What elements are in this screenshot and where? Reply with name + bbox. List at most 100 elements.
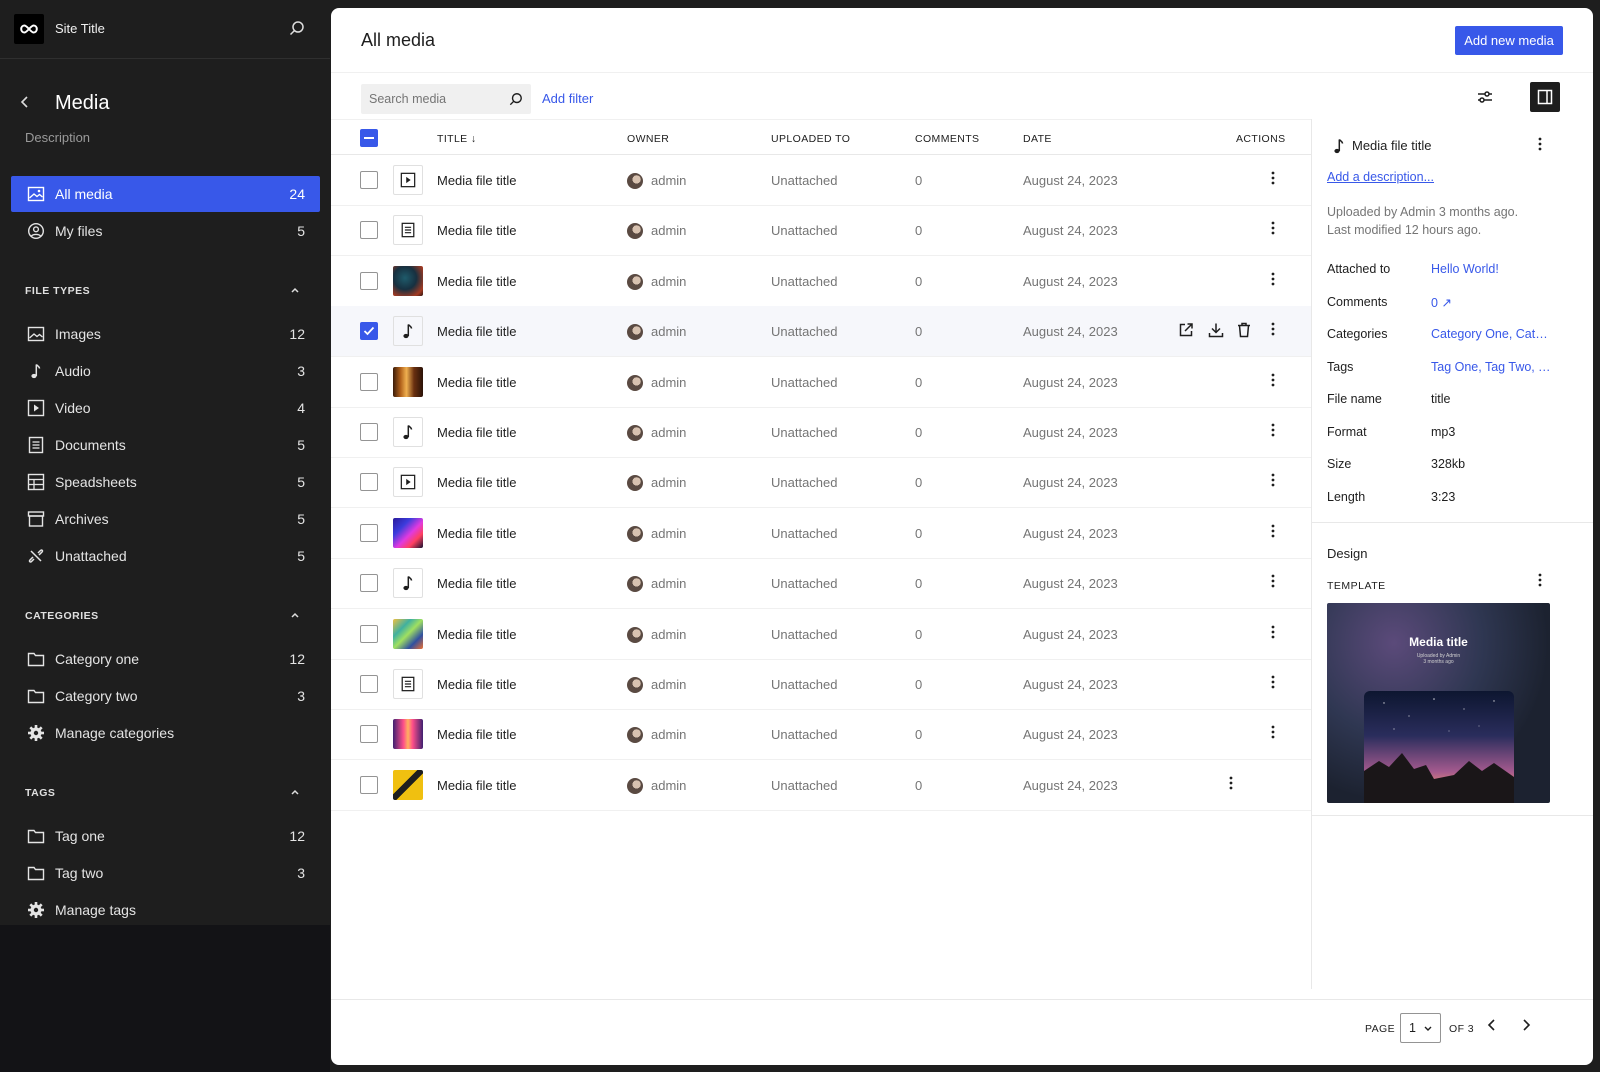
- table-row[interactable]: Media file title admin Unattached 0 Augu…: [331, 155, 1311, 206]
- table-row[interactable]: Media file title admin Unattached 0 Augu…: [331, 457, 1311, 509]
- media-title[interactable]: Media file title: [437, 526, 516, 541]
- chevron-up-icon[interactable]: [290, 610, 300, 620]
- table-row[interactable]: Media file title admin Unattached 0 Augu…: [331, 659, 1311, 710]
- more-vertical-icon[interactable]: [1271, 473, 1275, 487]
- media-title[interactable]: Media file title: [437, 627, 516, 642]
- row-checkbox[interactable]: [360, 624, 378, 643]
- sidebar-item-my-files[interactable]: My files 5: [11, 213, 320, 249]
- select-all-checkbox[interactable]: [360, 129, 378, 147]
- sidebar-item-tag-one[interactable]: Tag one 12: [11, 818, 320, 854]
- more-vertical-icon[interactable]: [1271, 272, 1275, 286]
- search-field[interactable]: [361, 84, 531, 114]
- search-icon[interactable]: [289, 20, 305, 36]
- row-checkbox[interactable]: [360, 775, 378, 794]
- chevron-left-icon[interactable]: [1485, 1018, 1499, 1032]
- column-header-uploaded-to[interactable]: UPLOADED TO: [771, 133, 850, 145]
- more-vertical-icon[interactable]: [1271, 725, 1275, 739]
- more-vertical-icon[interactable]: [1229, 776, 1233, 790]
- sidebar-item-manage-tags[interactable]: Manage tags: [11, 892, 320, 928]
- template-preview[interactable]: Media title Uploaded by Admin 3 months a…: [1327, 603, 1550, 803]
- chevron-left-icon[interactable]: [18, 95, 32, 109]
- row-checkbox[interactable]: [360, 523, 378, 542]
- sidebar-item-audio[interactable]: Audio 3: [11, 353, 320, 389]
- table-row[interactable]: Media file title admin Unattached 0 Augu…: [331, 508, 1311, 559]
- more-vertical-icon[interactable]: [1271, 322, 1275, 336]
- row-checkbox[interactable]: [360, 423, 378, 441]
- row-checkbox[interactable]: [360, 675, 378, 693]
- row-checkbox[interactable]: [360, 372, 378, 391]
- view-options-icon[interactable]: [1477, 89, 1493, 105]
- table-row[interactable]: Media file title admin Unattached 0 Augu…: [331, 558, 1311, 610]
- more-vertical-icon[interactable]: [1271, 221, 1275, 235]
- column-header-comments[interactable]: COMMENTS: [915, 133, 979, 145]
- search-icon[interactable]: [509, 92, 523, 106]
- row-checkbox[interactable]: [360, 171, 378, 189]
- field-value[interactable]: Hello World!: [1431, 262, 1551, 276]
- download-icon[interactable]: [1208, 322, 1224, 338]
- sidebar-item-images[interactable]: Images 12: [11, 316, 320, 352]
- table-row[interactable]: Media file title admin Unattached 0 Augu…: [331, 407, 1311, 458]
- media-title[interactable]: Media file title: [437, 727, 516, 742]
- add-filter-button[interactable]: Add filter: [542, 91, 593, 106]
- table-row[interactable]: Media file title admin Unattached 0 Augu…: [331, 306, 1311, 358]
- field-value[interactable]: Category One, Category Two: [1431, 327, 1551, 341]
- media-title[interactable]: Media file title: [437, 324, 516, 339]
- media-title[interactable]: Media file title: [437, 173, 516, 188]
- chevron-up-icon[interactable]: [290, 787, 300, 797]
- table-row[interactable]: Media file title admin Unattached 0 Augu…: [331, 709, 1311, 761]
- sidebar-item-archives[interactable]: Archives 5: [11, 501, 320, 537]
- more-vertical-icon[interactable]: [1271, 524, 1275, 538]
- row-checkbox[interactable]: [360, 221, 378, 240]
- search-input[interactable]: [361, 84, 501, 114]
- trash-icon[interactable]: [1237, 322, 1251, 338]
- media-title[interactable]: Media file title: [437, 274, 516, 289]
- column-header-owner[interactable]: OWNER: [627, 133, 669, 145]
- media-title[interactable]: Media file title: [437, 425, 516, 440]
- sidebar-item-spreadsheets[interactable]: Speadsheets 5: [11, 464, 320, 500]
- sidebar-item-manage-categories[interactable]: Manage categories: [11, 715, 320, 751]
- media-title[interactable]: Media file title: [437, 475, 516, 490]
- sidebar-item-unattached[interactable]: Unattached 5: [11, 538, 320, 574]
- column-header-date[interactable]: DATE: [1023, 133, 1052, 145]
- sidebar-item-video[interactable]: Video 4: [11, 390, 320, 426]
- field-value[interactable]: 0 ↗: [1431, 295, 1551, 310]
- chevron-right-icon[interactable]: [1519, 1018, 1533, 1032]
- table-row[interactable]: Media file title admin Unattached 0 Augu…: [331, 357, 1311, 408]
- row-checkbox[interactable]: [360, 473, 378, 492]
- media-title[interactable]: Media file title: [437, 375, 516, 390]
- more-vertical-icon[interactable]: [1271, 574, 1275, 588]
- media-title[interactable]: Media file title: [437, 778, 516, 793]
- chevron-up-icon[interactable]: [290, 285, 300, 295]
- column-header-title[interactable]: TITLE ↓: [437, 133, 477, 145]
- media-title[interactable]: Media file title: [437, 677, 516, 692]
- add-description-link[interactable]: Add a description...: [1327, 170, 1434, 184]
- sidebar-item-tag-two[interactable]: Tag two 3: [11, 855, 320, 891]
- media-title[interactable]: Media file title: [437, 223, 516, 238]
- more-vertical-icon[interactable]: [1538, 137, 1542, 151]
- sidebar-item-category-one[interactable]: Category one 12: [11, 641, 320, 677]
- more-vertical-icon[interactable]: [1271, 171, 1275, 185]
- more-vertical-icon[interactable]: [1538, 573, 1542, 587]
- more-vertical-icon[interactable]: [1271, 423, 1275, 437]
- more-vertical-icon[interactable]: [1271, 625, 1275, 639]
- add-new-media-button[interactable]: Add new media: [1455, 26, 1563, 55]
- sidebar-item-category-two[interactable]: Category two 3: [11, 678, 320, 714]
- table-row[interactable]: Media file title admin Unattached 0 Augu…: [331, 760, 1311, 811]
- table-row[interactable]: Media file title admin Unattached 0 Augu…: [331, 256, 1311, 307]
- row-checkbox[interactable]: [360, 725, 378, 744]
- media-title[interactable]: Media file title: [437, 576, 516, 591]
- page-select[interactable]: 1: [1400, 1013, 1441, 1043]
- external-link-icon[interactable]: [1178, 322, 1194, 338]
- site-logo[interactable]: [14, 14, 44, 44]
- site-title[interactable]: Site Title: [55, 21, 105, 36]
- more-vertical-icon[interactable]: [1271, 675, 1275, 689]
- row-checkbox[interactable]: [360, 271, 378, 290]
- sidebar-item-all-media[interactable]: All media 24: [11, 176, 320, 212]
- row-checkbox[interactable]: [360, 322, 378, 341]
- field-value[interactable]: Tag One, Tag Two, Tag Three: [1431, 360, 1551, 374]
- sidebar-item-documents[interactable]: Documents 5: [11, 427, 320, 463]
- table-row[interactable]: Media file title admin Unattached 0 Augu…: [331, 609, 1311, 660]
- more-vertical-icon[interactable]: [1271, 373, 1275, 387]
- table-row[interactable]: Media file title admin Unattached 0 Augu…: [331, 205, 1311, 257]
- row-checkbox[interactable]: [360, 574, 378, 593]
